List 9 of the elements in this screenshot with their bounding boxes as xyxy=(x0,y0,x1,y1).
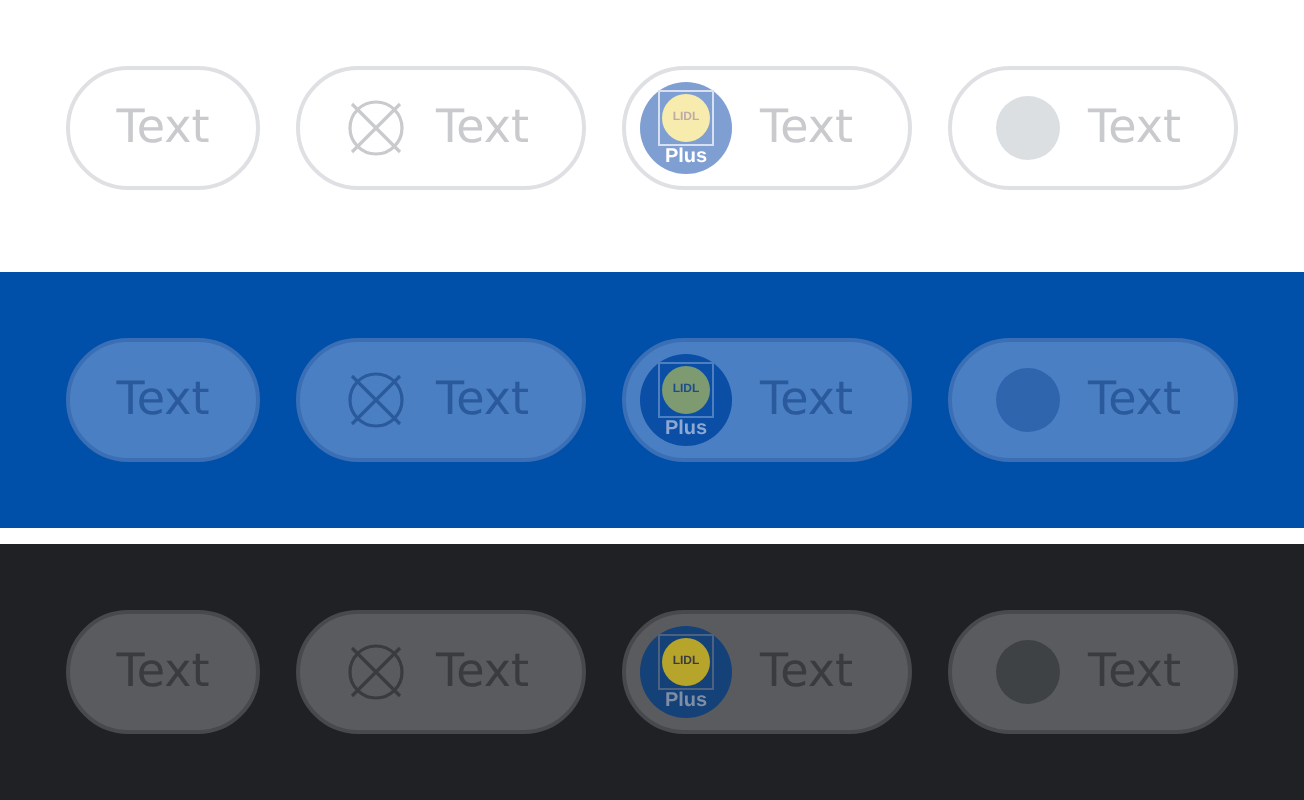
cross-circle-icon xyxy=(344,368,408,432)
avatar-icon xyxy=(996,96,1060,160)
logo-caption: Plus xyxy=(664,690,708,714)
logo-caption: Plus xyxy=(664,146,708,170)
cross-circle-icon xyxy=(344,96,408,160)
avatar-icon xyxy=(996,640,1060,704)
avatar-icon xyxy=(996,368,1060,432)
cross-circle-icon xyxy=(344,640,408,704)
logo-caption: Plus xyxy=(664,418,708,442)
